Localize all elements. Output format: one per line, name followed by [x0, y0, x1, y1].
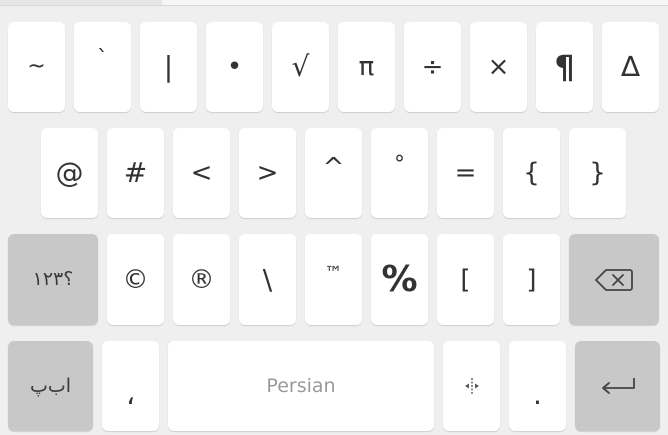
key-multiply[interactable]: × — [470, 22, 527, 112]
key-label: [ — [460, 264, 471, 295]
key-label: # — [123, 156, 148, 189]
key-label: ^ — [322, 153, 345, 183]
key-label: ° — [394, 152, 405, 177]
key-degree[interactable]: ° — [371, 128, 428, 218]
key-label: ∆ — [621, 50, 640, 83]
key-label: © — [122, 264, 149, 295]
key-label: < — [190, 158, 213, 188]
key-caret[interactable]: ^ — [305, 128, 362, 218]
key-label: } — [589, 158, 606, 188]
enter-icon — [600, 377, 636, 395]
backspace-icon — [595, 268, 633, 291]
key-label: × — [487, 52, 510, 82]
key-close-brace[interactable]: } — [569, 128, 626, 218]
key-percent[interactable]: % — [371, 234, 428, 325]
key-pilcrow[interactable]: ¶ — [536, 22, 593, 112]
key-at[interactable]: @ — [41, 128, 98, 218]
key-tilde[interactable]: ~ — [8, 22, 65, 112]
key-label: π — [358, 52, 375, 82]
key-label: ؟۱۲۳ — [32, 268, 74, 290]
key-label: | — [163, 50, 174, 83]
key-label: • — [226, 52, 243, 82]
key-pi[interactable]: π — [338, 22, 395, 112]
symbols-keyboard: ~ ` | • √ π ÷ × ¶ ∆ @ # < > ^ ° = { } ؟۱… — [0, 0, 668, 435]
space-bar-label: Persian — [266, 374, 336, 397]
key-label: = — [454, 158, 477, 188]
key-label: ` — [97, 47, 108, 72]
key-label: % — [381, 258, 418, 300]
key-backtick[interactable]: ` — [74, 22, 131, 112]
space-bar[interactable]: Persian — [168, 341, 434, 431]
key-registered[interactable]: ® — [173, 234, 230, 325]
key-label: ~ — [27, 54, 46, 79]
key-equals[interactable]: = — [437, 128, 494, 218]
key-label: . — [533, 378, 542, 411]
backspace-button[interactable] — [569, 234, 659, 325]
key-trademark[interactable]: ™ — [305, 234, 362, 325]
key-open-brace[interactable]: { — [503, 128, 560, 218]
key-greater-than[interactable]: > — [239, 128, 296, 218]
key-arabic-comma[interactable]: ، — [102, 341, 159, 431]
key-label: ، — [125, 378, 136, 411]
key-label: ™ — [324, 262, 343, 284]
alphabet-switch-button[interactable]: اب‌پ — [8, 341, 93, 431]
key-pipe[interactable]: | — [140, 22, 197, 112]
key-close-bracket[interactable]: ] — [503, 234, 560, 325]
key-delta[interactable]: ∆ — [602, 22, 659, 112]
key-label: { — [523, 158, 540, 188]
enter-button[interactable] — [575, 341, 660, 431]
key-label: ¶ — [554, 48, 575, 86]
key-label: ] — [526, 264, 537, 295]
key-label: ÷ — [421, 52, 444, 82]
key-period[interactable]: . — [509, 341, 566, 431]
key-less-than[interactable]: < — [173, 128, 230, 218]
key-label: √ — [291, 50, 310, 83]
key-label: اب‌پ — [29, 374, 72, 397]
key-hash[interactable]: # — [107, 128, 164, 218]
key-copyright[interactable]: © — [107, 234, 164, 325]
key-divide[interactable]: ÷ — [404, 22, 461, 112]
cursor-move-icon — [464, 377, 480, 395]
cursor-move-button[interactable] — [443, 341, 500, 431]
key-label: > — [256, 158, 279, 188]
top-bar-tab — [0, 0, 162, 5]
layout-switch-numbers-button[interactable]: ؟۱۲۳ — [8, 234, 98, 325]
key-backslash[interactable]: \ — [239, 234, 296, 325]
keyboard-top-bar — [0, 0, 668, 6]
key-label: ® — [188, 264, 215, 295]
key-open-bracket[interactable]: [ — [437, 234, 494, 325]
key-bullet[interactable]: • — [206, 22, 263, 112]
key-label: \ — [262, 262, 273, 296]
key-label: @ — [55, 156, 84, 189]
key-sqrt[interactable]: √ — [272, 22, 329, 112]
